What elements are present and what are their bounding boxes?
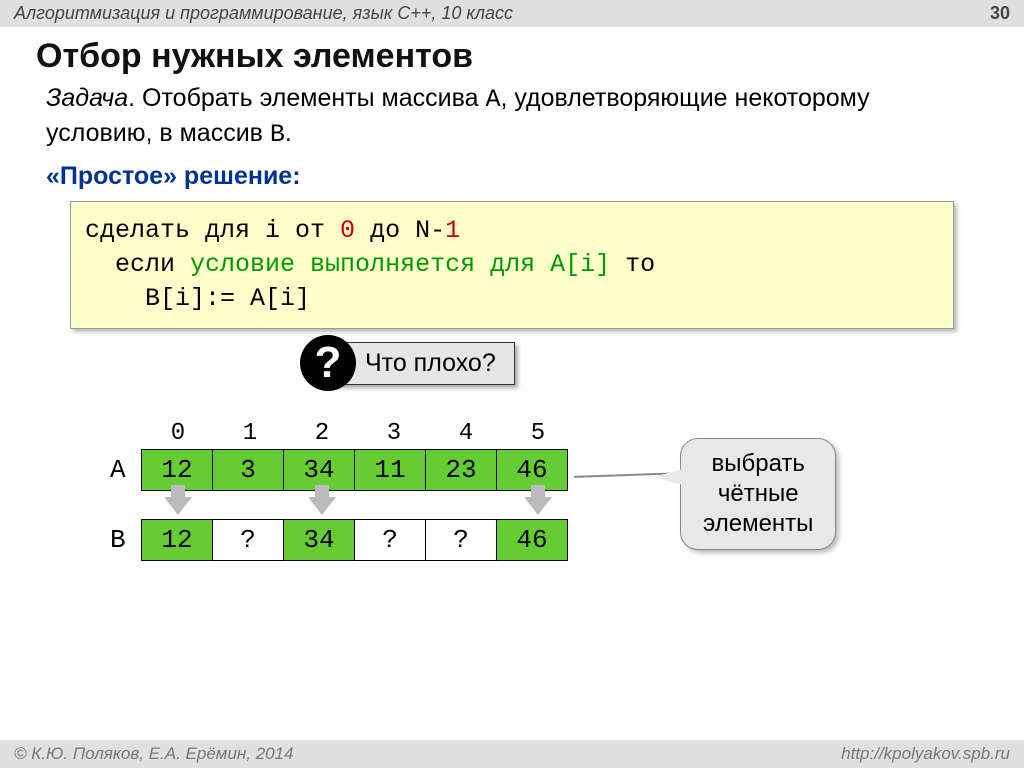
b-cell-2: 34 [283,519,355,561]
question-text: Что плохо? [330,342,515,385]
b-cell-1: ? [212,519,284,561]
task-text-3: . [285,119,292,147]
code-condition: условие выполняется для A[i] [190,250,610,279]
b-cell-0: 12 [141,519,213,561]
arrows-row [142,497,574,515]
code-line-3: B[i]:= A[i] [85,282,939,316]
index-3: 3 [358,420,430,447]
down-arrow-icon [164,497,192,515]
callout-line-1: выбрать [703,449,813,479]
arrays-diagram: 0 1 2 3 4 5 A 12 3 34 11 23 46 B 12 ? 34… [110,420,574,561]
array-b-label: B [110,525,142,555]
down-arrow-icon [308,497,336,515]
index-0: 0 [142,420,214,447]
task-paragraph: Задача. Отобрать элементы массива A, удо… [46,82,964,152]
array-a-name: A [485,85,500,114]
b-cell-3: ? [354,519,426,561]
task-text-1: . Отобрать элементы массива [128,84,485,112]
array-b-row: B 12 ? 34 ? ? 46 [110,519,574,561]
question-mark-icon: ? [300,335,356,391]
copyright: © К.Ю. Поляков, Е.А. Ерёмин, 2014 [14,744,294,764]
code-line-2: если условие выполняется для A[i] то [85,248,939,282]
index-row: 0 1 2 3 4 5 [142,420,574,447]
callout-line-2: чётные [703,479,813,509]
solution-label: «Простое» решение: [46,160,964,194]
question-group: ? Что плохо? [300,335,515,391]
b-cell-4: ? [425,519,497,561]
slide-title: Отбор нужных элементов [0,27,1024,82]
array-a-label: A [110,455,142,485]
slide-header: Алгоритмизация и программирование, язык … [0,0,1024,27]
index-1: 1 [214,420,286,447]
down-arrow-icon [524,497,552,515]
body-text: Задача. Отобрать элементы массива A, удо… [0,82,1024,193]
footer-url: http://kpolyakov.spb.ru [841,744,1010,764]
index-5: 5 [502,420,574,447]
course-title: Алгоритмизация и программирование, язык … [14,3,513,24]
a-cell-3: 11 [354,449,426,491]
page-number: 30 [990,3,1010,24]
slide-footer: © К.Ю. Поляков, Е.А. Ерёмин, 2014 http:/… [0,740,1024,768]
code-line-1: сделать для i от 0 до N-1 [85,214,939,248]
callout-bubble: выбрать чётные элементы [680,438,836,550]
code-one: 1 [445,216,460,245]
index-2: 2 [286,420,358,447]
code-box: сделать для i от 0 до N-1 если условие в… [70,201,954,328]
index-4: 4 [430,420,502,447]
a-cell-1: 3 [212,449,284,491]
task-label: Задача [46,84,128,112]
callout-line-3: элементы [703,509,813,539]
a-cell-4: 23 [425,449,497,491]
b-cell-5: 46 [496,519,568,561]
code-zero: 0 [340,216,355,245]
array-b-name: B [270,120,285,149]
